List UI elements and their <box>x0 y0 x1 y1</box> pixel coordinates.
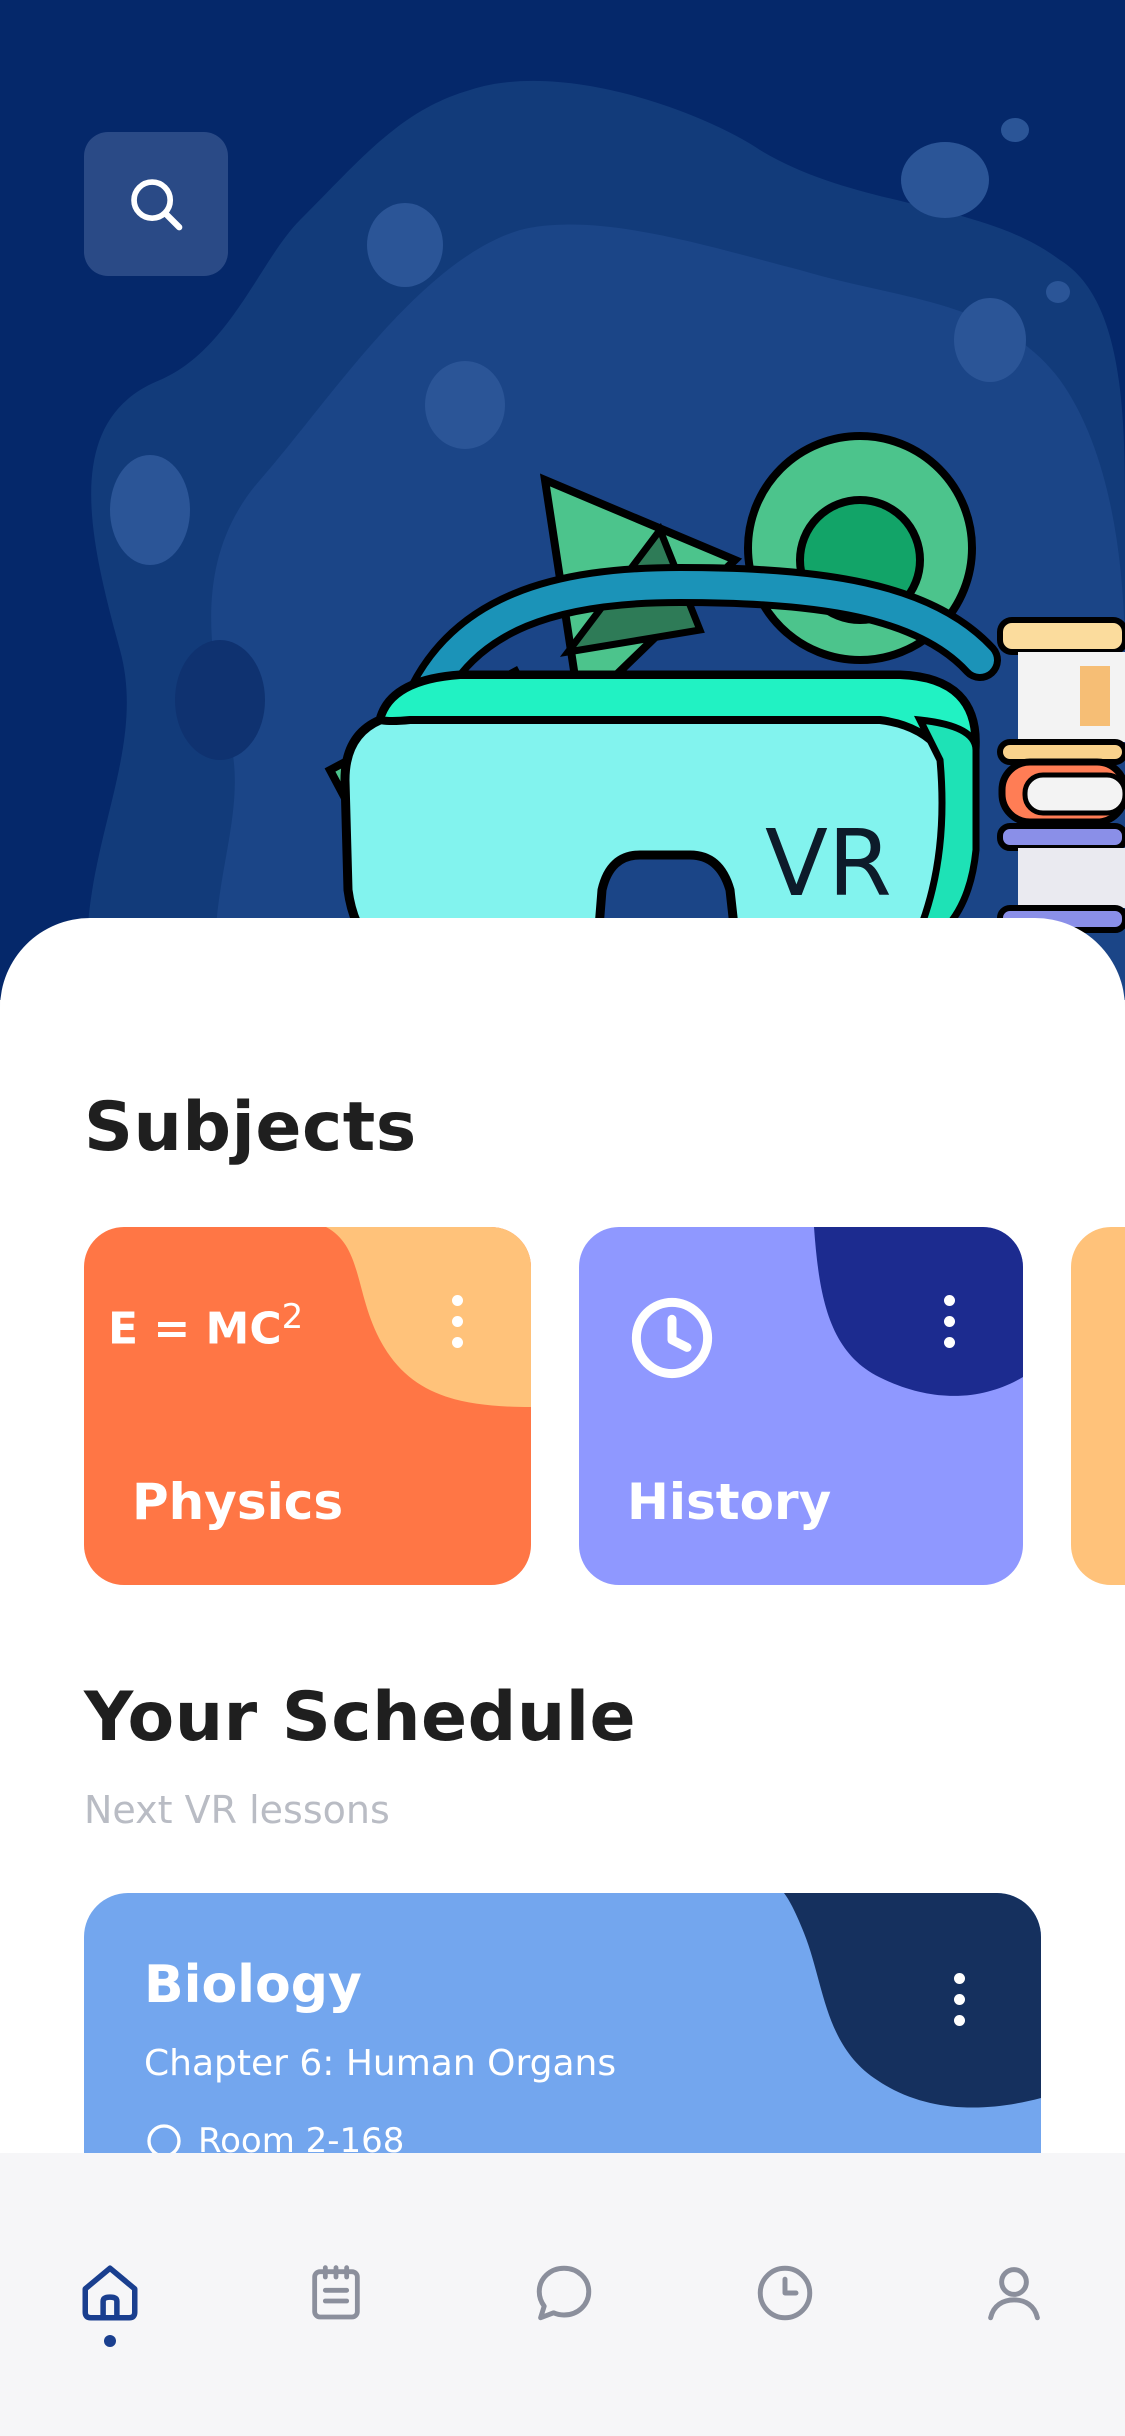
lesson-chapter: Chapter 6: Human Organs <box>144 2043 617 2084</box>
history-icon <box>757 2265 813 2321</box>
card-decoration <box>814 1227 1023 1396</box>
more-options-icon[interactable] <box>944 1295 956 1358</box>
physics-formula: E = MC2 <box>108 1297 303 1355</box>
nav-history[interactable] <box>745 2253 825 2333</box>
lesson-title: Biology <box>144 1955 362 2015</box>
lesson-room: Room 2-168 <box>144 2121 404 2153</box>
nav-calendar[interactable] <box>296 2253 376 2333</box>
lesson-card-decoration <box>784 1893 1041 2108</box>
content-sheet: Subjects E = MC2 Physics History Your Sc… <box>0 918 1125 2153</box>
subject-card-physics[interactable]: E = MC2 Physics <box>84 1227 531 1585</box>
home-icon <box>82 2265 138 2321</box>
subject-title: History <box>627 1473 832 1531</box>
subject-card-partial[interactable] <box>1071 1227 1125 1585</box>
lesson-card[interactable]: Biology Chapter 6: Human Organs Room 2-1… <box>84 1893 1041 2153</box>
subjects-heading: Subjects <box>84 1088 417 1167</box>
nav-profile[interactable] <box>974 2253 1054 2333</box>
subject-title: Physics <box>132 1473 344 1531</box>
hero-banner: VR <box>0 0 1125 1000</box>
schedule-heading: Your Schedule <box>84 1678 637 1757</box>
formula-text: E = MC <box>108 1303 282 1355</box>
more-options-icon[interactable] <box>954 1973 966 2036</box>
card-decoration <box>326 1227 531 1407</box>
profile-icon <box>988 2267 1040 2321</box>
schedule-subheading: Next VR lessons <box>84 1788 390 1832</box>
search-icon <box>131 179 183 231</box>
nav-chat[interactable] <box>524 2253 604 2333</box>
nav-home[interactable] <box>70 2253 150 2333</box>
vr-headset-illustration: VR <box>324 432 1125 973</box>
formula-power: 2 <box>281 1297 304 1337</box>
location-icon <box>147 2124 181 2153</box>
chat-icon <box>536 2265 592 2321</box>
clock-icon <box>631 1297 713 1379</box>
lesson-room-label: Room 2-168 <box>198 2121 405 2153</box>
vr-logo-text: VR <box>765 810 892 917</box>
active-tab-indicator <box>104 2335 116 2347</box>
subject-card-history[interactable]: History <box>579 1227 1023 1585</box>
search-button[interactable] <box>84 132 228 276</box>
bottom-navigation <box>0 2153 1125 2436</box>
more-options-icon[interactable] <box>452 1295 464 1358</box>
calendar-icon <box>312 2265 360 2320</box>
